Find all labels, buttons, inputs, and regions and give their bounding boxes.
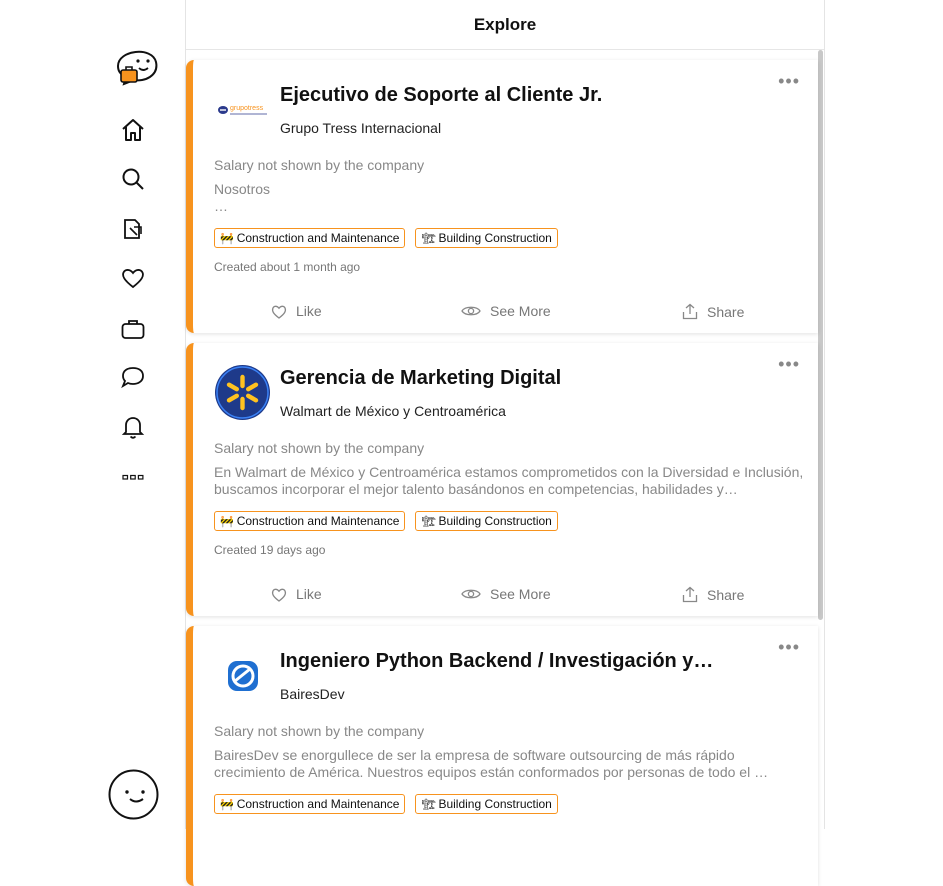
- chat-icon[interactable]: [119, 363, 147, 391]
- tag-label: Building Construction: [438, 231, 552, 245]
- tag-list: 🚧 Construction and Maintenance 🏗 Building …: [214, 794, 558, 814]
- tag-label: Construction and Maintenance: [236, 514, 400, 528]
- job-title[interactable]: Gerencia de Marketing Digital: [280, 367, 561, 390]
- category-tag[interactable]: 🏗 Building Construction: [415, 228, 558, 248]
- job-description: BairesDev se enorgullece de ser la empre…: [214, 747, 769, 780]
- like-button[interactable]: Like: [271, 303, 322, 319]
- category-tag[interactable]: 🚧 Construction and Maintenance: [214, 228, 406, 248]
- company-name: BairesDev: [280, 686, 345, 702]
- share-icon: [682, 303, 698, 320]
- card-options-icon[interactable]: •••: [778, 72, 800, 90]
- share-button[interactable]: Share: [682, 303, 744, 320]
- see-more-button[interactable]: See More: [461, 303, 551, 319]
- crane-icon: 🏗: [421, 798, 436, 811]
- tag-label: Construction and Maintenance: [236, 231, 400, 245]
- card-actions: Like See More Share: [193, 303, 818, 325]
- job-card[interactable]: ••• Ingeniero Python Backend / Investiga…: [186, 626, 818, 886]
- salary-text: Salary not shown by the company: [214, 723, 425, 739]
- briefcase-icon[interactable]: [119, 315, 147, 343]
- company-logo-text: grupotress: [230, 105, 264, 112]
- scrollbar[interactable]: [818, 50, 823, 620]
- heart-icon: [271, 305, 287, 319]
- tag-label: Construction and Maintenance: [236, 797, 400, 811]
- salary-text: Salary not shown by the company: [214, 157, 425, 173]
- salary-text: Salary not shown by the company: [214, 440, 425, 456]
- company-name: Walmart de México y Centroamérica: [280, 403, 506, 419]
- job-card[interactable]: grupotress ••• Ejecutivo de Soporte al C…: [186, 60, 818, 333]
- company-logo: grupotress: [214, 81, 271, 138]
- like-label: Like: [296, 586, 322, 602]
- header: Explore: [186, 0, 824, 50]
- documents-icon[interactable]: [119, 215, 147, 243]
- tag-label: Building Construction: [438, 797, 552, 811]
- see-more-label: See More: [490, 586, 551, 602]
- eye-icon: [461, 306, 481, 316]
- share-label: Share: [707, 586, 745, 603]
- share-label: Share: [707, 303, 745, 320]
- job-title[interactable]: Ingeniero Python Backend / Investigación…: [280, 650, 713, 673]
- company-name: Grupo Tress Internacional: [280, 120, 442, 136]
- user-avatar[interactable]: [108, 769, 159, 820]
- feed: Explore grupotress ••• Ejecutivo de Sopo…: [185, 0, 825, 886]
- created-date: Created about 1 month ago: [214, 260, 361, 274]
- tag-list: 🚧 Construction and Maintenance 🏗 Building …: [214, 511, 558, 531]
- barrier-icon: 🚧: [220, 232, 234, 245]
- heart-icon: [271, 588, 287, 602]
- tag-list: 🚧 Construction and Maintenance 🏗 Building …: [214, 228, 558, 248]
- crane-icon: 🏗: [421, 515, 436, 528]
- company-logo: [214, 364, 271, 421]
- eye-icon: [461, 589, 481, 599]
- category-tag[interactable]: 🚧 Construction and Maintenance: [214, 794, 406, 814]
- crane-icon: 🏗: [421, 232, 436, 245]
- category-tag[interactable]: 🏗 Building Construction: [415, 794, 558, 814]
- heart-icon[interactable]: [119, 264, 147, 292]
- company-logo: [214, 647, 271, 704]
- barrier-icon: 🚧: [220, 515, 234, 528]
- page-title: Explore: [473, 14, 537, 34]
- like-button[interactable]: Like: [271, 586, 322, 602]
- card-actions: Like See More Share: [193, 586, 818, 608]
- tag-label: Building Construction: [438, 514, 552, 528]
- home-icon[interactable]: [119, 116, 147, 144]
- app-logo-icon[interactable]: [108, 44, 160, 88]
- job-title[interactable]: Ejecutivo de Soporte al Cliente Jr.: [280, 84, 602, 107]
- category-tag[interactable]: 🚧 Construction and Maintenance: [214, 511, 406, 531]
- barrier-icon: 🚧: [220, 798, 234, 811]
- category-tag[interactable]: 🏗 Building Construction: [415, 511, 558, 531]
- card-options-icon[interactable]: •••: [778, 638, 800, 656]
- search-icon[interactable]: [119, 165, 147, 193]
- see-more-button[interactable]: See More: [461, 586, 551, 602]
- sidebar: [0, 0, 186, 829]
- job-card[interactable]: ••• Gerencia de Marketing Digital Walmar…: [186, 343, 818, 616]
- more-icon[interactable]: [119, 463, 147, 491]
- job-description: En Walmart de México y Centroamérica est…: [214, 464, 804, 497]
- created-date: Created 19 days ago: [214, 543, 326, 557]
- card-options-icon[interactable]: •••: [778, 355, 800, 373]
- see-more-label: See More: [490, 303, 551, 319]
- share-icon: [682, 586, 698, 603]
- like-label: Like: [296, 303, 322, 319]
- job-description: Nosotros …: [214, 181, 271, 214]
- share-button[interactable]: Share: [682, 586, 744, 603]
- bell-icon[interactable]: [119, 413, 147, 441]
